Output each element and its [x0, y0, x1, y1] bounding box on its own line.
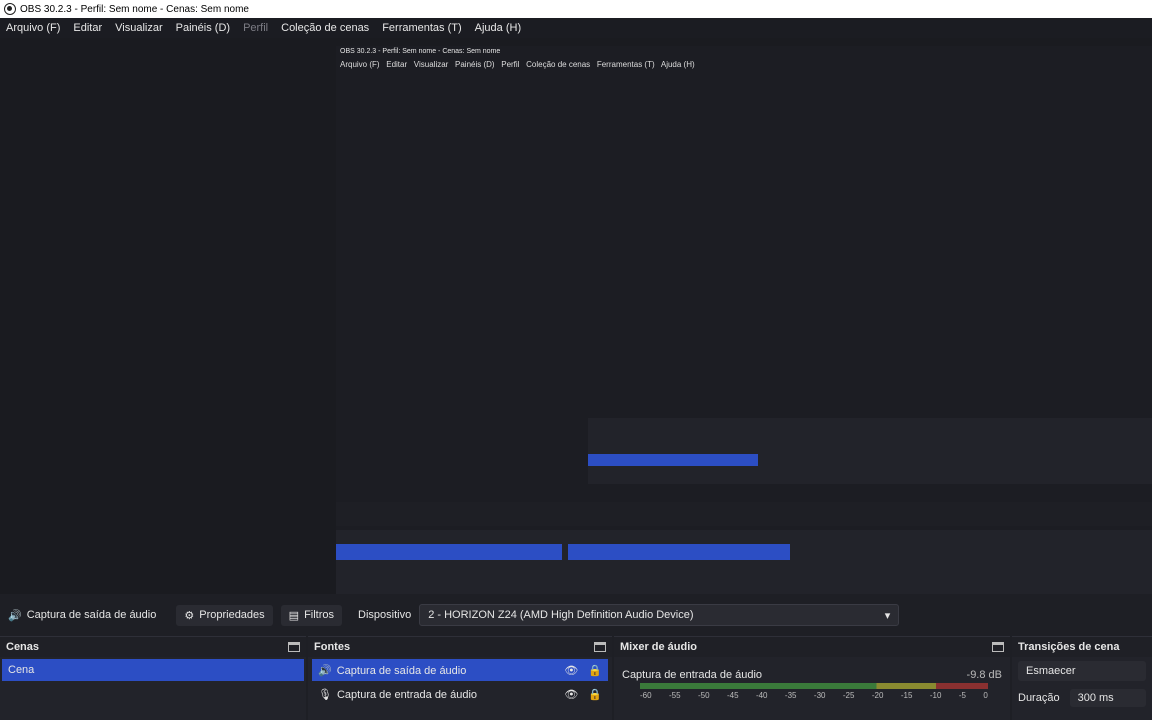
scene-label: Cena — [8, 664, 35, 676]
obs-logo-icon — [4, 3, 16, 15]
menu-docks[interactable]: Painéis (D) — [176, 22, 230, 34]
mixer-channel-name: Captura de entrada de áudio — [622, 669, 763, 681]
duration-label: Duração — [1018, 692, 1060, 704]
menu-help[interactable]: Ajuda (H) — [475, 22, 521, 34]
transitions-header: Transições de cena — [1012, 637, 1152, 657]
duration-row: Duração 300 ms — [1012, 685, 1152, 711]
speaker-icon: 🔊 — [8, 609, 22, 622]
scene-item[interactable]: Cena — [2, 659, 304, 681]
sources-title: Fontes — [314, 641, 351, 653]
preview-recursion-1: OBS 30.2.3 - Perfil: Sem nome - Cenas: S… — [336, 46, 1152, 594]
scenes-title: Cenas — [6, 641, 40, 653]
duration-input[interactable]: 300 ms — [1069, 689, 1146, 707]
scenes-dock: Cenas Cena — [0, 636, 306, 720]
filter-icon: ▤ — [288, 609, 300, 622]
lock-icon[interactable]: 🔒 — [588, 688, 602, 701]
transition-value: Esmaecer — [1026, 665, 1076, 677]
source-context-bar: 🔊 Captura de saída de áudio ⚙ Propriedad… — [0, 600, 1152, 630]
eye-icon[interactable]: 👁 — [564, 664, 578, 677]
volume-meter — [640, 683, 988, 689]
lock-icon[interactable]: 🔒 — [588, 664, 602, 677]
menu-scene-collection[interactable]: Coleção de cenas — [281, 22, 369, 34]
chevron-down-icon: ▾ — [884, 609, 891, 622]
window-titlebar: OBS 30.2.3 - Perfil: Sem nome - Cenas: S… — [0, 0, 1152, 18]
menu-edit[interactable]: Editar — [73, 22, 102, 34]
context-source-label: Captura de saída de áudio — [26, 609, 157, 621]
float-dock-icon[interactable] — [288, 642, 300, 652]
mixer-level: -9.8 dB — [966, 669, 1002, 681]
menu-tools[interactable]: Ferramentas (T) — [382, 22, 461, 34]
context-source: 🔊 Captura de saída de áudio — [8, 609, 156, 622]
menu-bar: Arquivo (F) Editar Visualizar Painéis (D… — [0, 18, 1152, 38]
audio-mixer-dock: Mixer de áudio Captura de entrada de áud… — [614, 636, 1010, 720]
float-dock-icon[interactable] — [594, 642, 606, 652]
source-item[interactable]: 🔊 Captura de saída de áudio 👁 🔒 — [312, 659, 608, 681]
sources-header: Fontes — [308, 637, 612, 657]
float-dock-icon[interactable] — [992, 642, 1004, 652]
mixer-header: Mixer de áudio — [614, 637, 1010, 657]
meter-ticks: -60 -55 -50 -45 -40 -35 -30 -25 -20 -15 -10 -5 0 — [640, 691, 988, 700]
source-label: Captura de saída de áudio — [336, 664, 467, 677]
microphone-icon: 🎙 — [318, 688, 332, 701]
menu-file[interactable]: Arquivo (F) — [6, 22, 60, 34]
properties-button[interactable]: ⚙ Propriedades — [176, 604, 273, 626]
gear-icon: ⚙ — [184, 609, 195, 622]
device-value: 2 - HORIZON Z24 (AMD High Definition Aud… — [428, 609, 694, 621]
menu-profile[interactable]: Perfil — [243, 22, 268, 34]
window-title: OBS 30.2.3 - Perfil: Sem nome - Cenas: S… — [20, 3, 249, 15]
scenes-header: Cenas — [0, 637, 306, 657]
sources-dock: Fontes 🔊 Captura de saída de áudio 👁 🔒 🎙 C… — [308, 636, 612, 720]
menu-view[interactable]: Visualizar — [115, 22, 163, 34]
source-label: Captura de entrada de áudio — [336, 688, 478, 701]
filters-button[interactable]: ▤ Filtros — [280, 604, 343, 626]
device-label: Dispositivo — [358, 609, 412, 621]
speaker-icon: 🔊 — [318, 664, 332, 677]
eye-icon[interactable]: 👁 — [564, 688, 578, 701]
mixer-title: Mixer de áudio — [620, 641, 698, 653]
device-select[interactable]: 2 - HORIZON Z24 (AMD High Definition Aud… — [419, 604, 900, 626]
preview-canvas[interactable]: OBS 30.2.3 - Perfil: Sem nome - Cenas: S… — [0, 38, 1152, 594]
properties-label: Propriedades — [199, 609, 265, 621]
source-item[interactable]: 🎙 Captura de entrada de áudio 👁 🔒 — [312, 683, 608, 705]
transition-select[interactable]: Esmaecer — [1018, 661, 1146, 681]
transitions-title: Transições de cena — [1018, 641, 1120, 653]
transitions-dock: Transições de cena Esmaecer Duração 300 … — [1012, 636, 1152, 720]
filters-label: Filtros — [304, 609, 335, 621]
